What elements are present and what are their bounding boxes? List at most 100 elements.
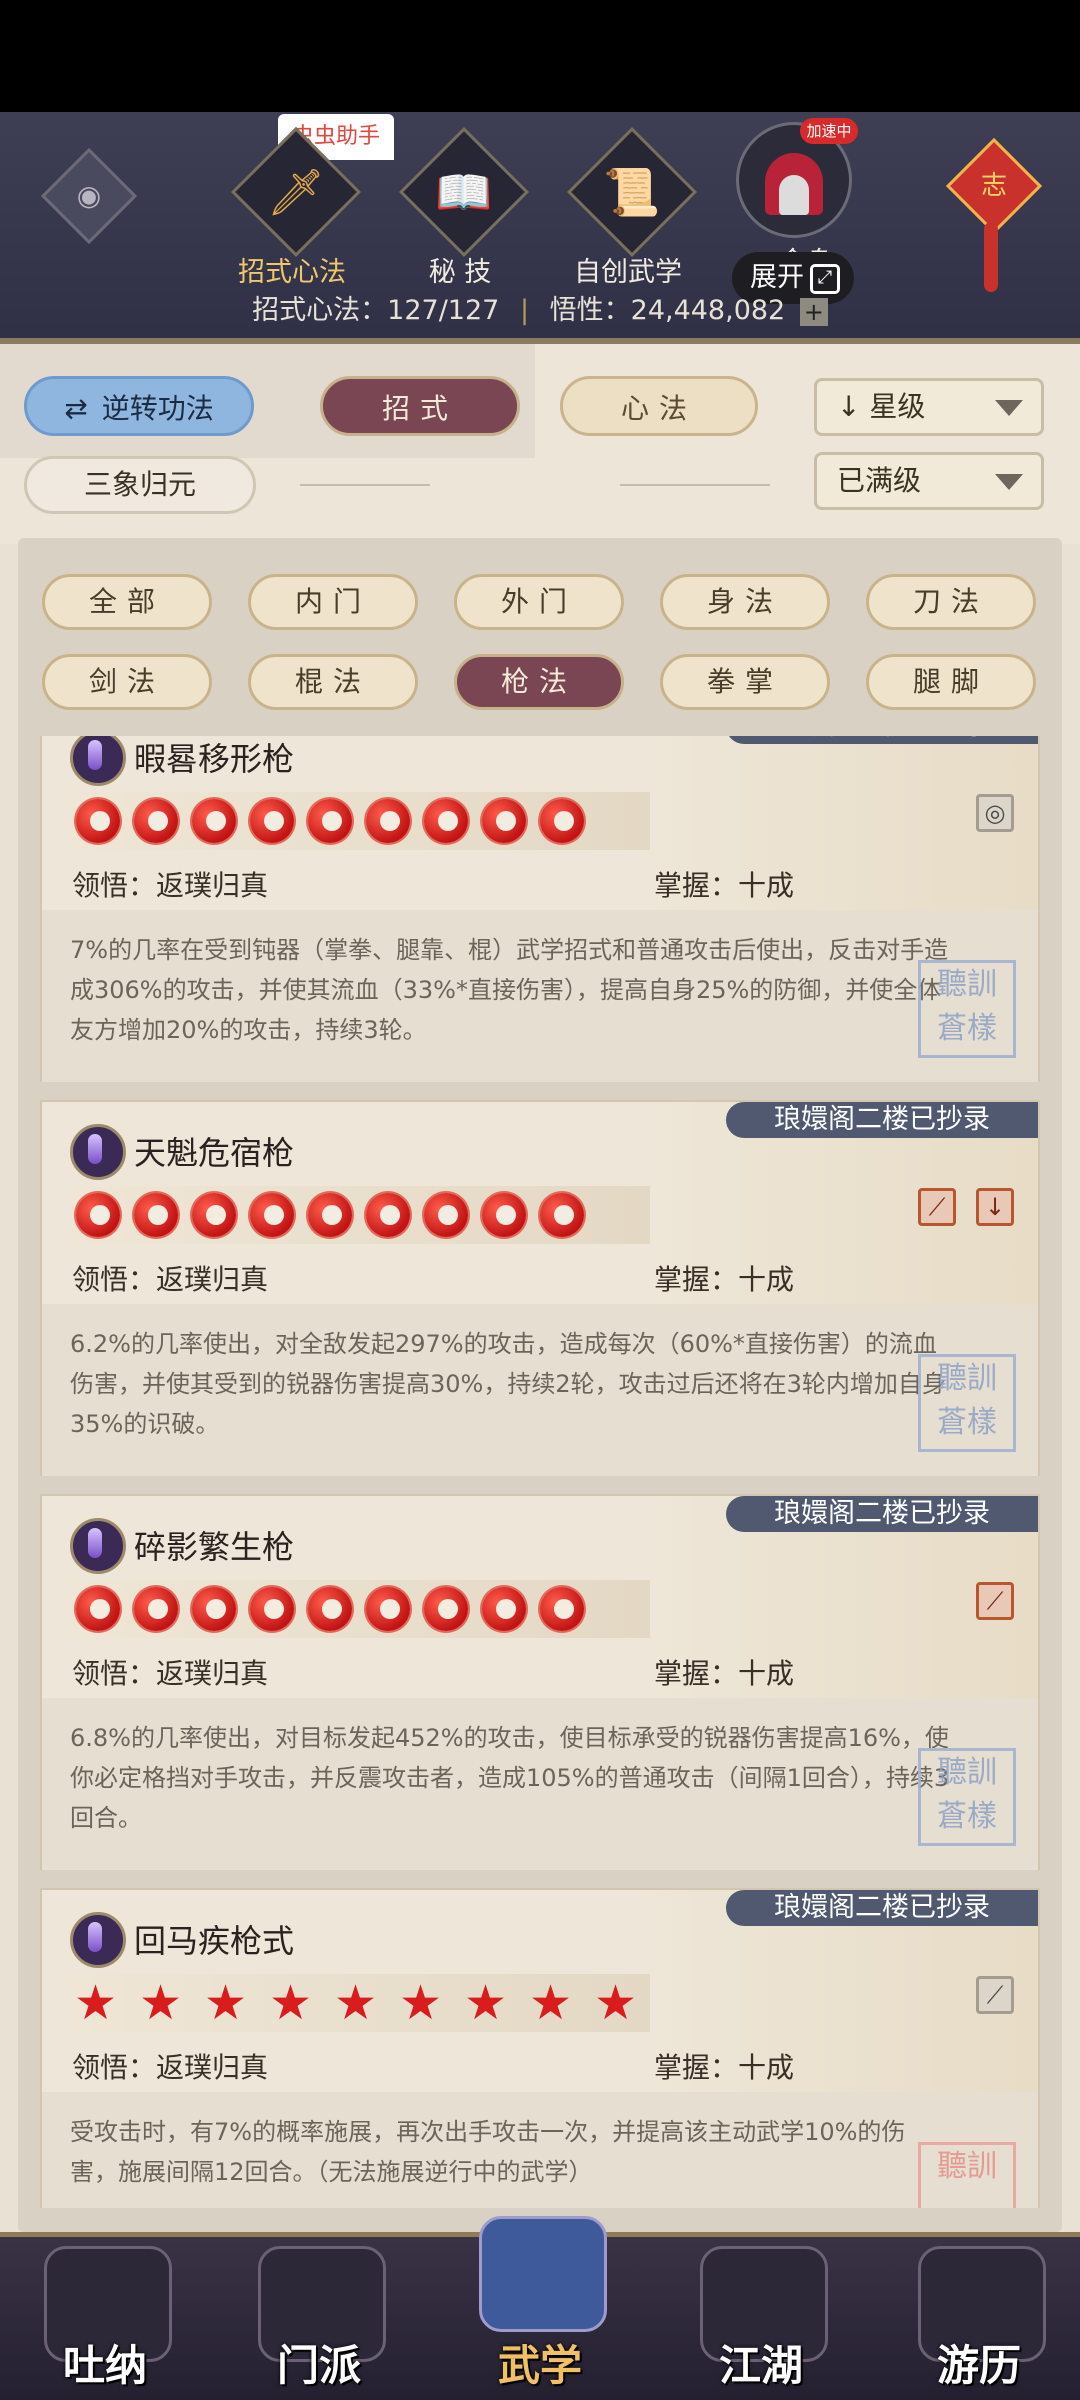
category-staff[interactable]: 棍法 (248, 654, 418, 710)
rating-flame-icon (366, 799, 410, 843)
rating-bar: ★ ★ ★ ★ ★ ★ ★ ★ ★ (70, 1974, 650, 2032)
skill-card[interactable]: 琅嬛阁二楼已抄录 天魁危宿枪 ⟋ ↓ 领悟：返璞归真 掌握：十成 6.2%的几率… (40, 1100, 1040, 1476)
category-movement[interactable]: 身法 (660, 574, 830, 630)
accelerating-badge: 加速中 (800, 118, 858, 144)
rating-bar (70, 1186, 650, 1244)
rating-star-icon: ★ (399, 1975, 443, 2031)
rating-flame-icon (482, 1587, 526, 1631)
rating-flame-icon (308, 799, 352, 843)
rating-flame-icon (192, 799, 236, 843)
tab-heart-method[interactable]: 心法 (560, 376, 758, 436)
knot-icon: 志 (980, 171, 1007, 201)
rating-flame-icon (76, 1587, 120, 1631)
skill-card[interactable]: 琅嬛阁二楼已抄录 碎影繁生枪 ⟋ 领悟：返璞归真 掌握：十成 6.8%的几率使出… (40, 1494, 1040, 1870)
copied-badge: 琅嬛阁二楼已抄录 (726, 1890, 1038, 1926)
rating-flame-icon (134, 1587, 178, 1631)
category-all[interactable]: 全部 (42, 574, 212, 630)
nav-travel[interactable]: 游历 (904, 2240, 1054, 2400)
sort-star-dropdown[interactable]: ↓ 星级 (814, 378, 1044, 436)
comprehension-value: 返璞归真 (156, 2051, 269, 2084)
scroll-book-icon: 📖 (435, 165, 493, 219)
status-bar (0, 0, 1080, 112)
copied-badge: 琅嬛阁二楼已抄录 (726, 1496, 1038, 1532)
nav-sect[interactable]: 门派 (244, 2240, 394, 2400)
spear-skill-icon (70, 1912, 126, 1968)
rating-star-icon: ★ (464, 1975, 508, 2031)
add-insight-button[interactable]: + (799, 297, 828, 326)
tab-secret-skills[interactable]: 📖 秘 技 (380, 124, 530, 288)
tab-self-created[interactable]: 📜 自创武学 (548, 124, 698, 288)
rating-flame-icon (192, 1587, 236, 1631)
rating-flame-icon (540, 1193, 584, 1237)
top-header: ◉ 虫虫助手 🗡 招式心法 📖 秘 技 📜 自创武学 加速中 金身 ⤢ 展开 志… (0, 112, 1080, 344)
rating-star-icon: ★ (269, 1975, 313, 2031)
comprehension-value: 返璞归真 (156, 1657, 269, 1690)
category-blade[interactable]: 刀法 (866, 574, 1036, 630)
rating-flame-icon (424, 799, 468, 843)
skill-card[interactable]: 琅嬛阁二楼已抄录 暇晷移形枪 ◎ 领悟：返璞归真 掌握：十成 7%的几率在受到钝… (40, 736, 1040, 1082)
rolled-scroll-icon: 📜 (603, 165, 661, 219)
skill-description: 受攻击时，有7%的概率施展，再次出手攻击一次，并提高该主动武学10%的伤害，施展… (42, 2092, 1038, 2208)
blunt-weapon-icon: ◎ (976, 794, 1014, 832)
category-spear[interactable]: 枪法 (454, 654, 624, 710)
nav-jianghu[interactable]: 江湖 (686, 2240, 836, 2400)
seal-stamp-icon: 聽訓 蒼樣 (918, 1748, 1016, 1846)
stats-line: 招式心法：127/127 | 悟性：24,448,082 + (0, 288, 1080, 327)
category-inner[interactable]: 内门 (248, 574, 418, 630)
rating-flame-icon (76, 1193, 120, 1237)
rating-flame-icon (366, 1193, 410, 1237)
category-fist[interactable]: 拳掌 (660, 654, 830, 710)
sword-icon: 🗡 (266, 165, 326, 219)
rating-flame-icon (540, 1587, 584, 1631)
eye-icon: ◉ (76, 179, 102, 212)
category-leg[interactable]: 腿脚 (866, 654, 1036, 710)
comprehension-value: 返璞归真 (156, 869, 269, 902)
rating-flame-icon (540, 799, 584, 843)
nav-breathing[interactable]: 吐纳 (30, 2240, 180, 2400)
eye-toggle-button[interactable]: ◉ (40, 147, 138, 245)
mastery-value: 十成 (738, 2051, 795, 2084)
spear-weapon-icon: ↓ (976, 1188, 1014, 1226)
rating-flame-icon (308, 1587, 352, 1631)
tab-skills-heart[interactable]: 🗡 招式心法 (212, 124, 362, 288)
rating-flame-icon (192, 1193, 236, 1237)
chevron-down-icon (995, 474, 1023, 490)
copied-badge: 琅嬛阁二楼已抄录 (726, 1102, 1038, 1138)
nav-martial-arts[interactable]: 武学 (465, 2216, 615, 2400)
bottom-nav: 吐纳 门派 武学 江湖 游历 (0, 2216, 1080, 2400)
max-level-dropdown[interactable]: 已满级 (814, 452, 1044, 510)
rating-bar (70, 792, 650, 850)
sharp-weapon-icon: ⟋ (976, 1582, 1014, 1620)
chevron-down-icon (995, 400, 1023, 416)
rating-flame-icon (134, 799, 178, 843)
category-sword[interactable]: 剑法 (42, 654, 212, 710)
rating-flame-icon (482, 799, 526, 843)
sharp-weapon-icon: ⟋ (976, 1976, 1014, 2014)
skill-description: 6.2%的几率使出，对全敌发起297%的攻击，造成每次（60%*直接伤害）的流血… (42, 1304, 1038, 1476)
spear-skill-icon (70, 1518, 126, 1574)
swap-icon: ⇄ (64, 392, 88, 425)
rating-star-icon: ★ (594, 1975, 638, 2031)
comprehension-value: 返璞归真 (156, 1263, 269, 1296)
rating-star-icon: ★ (204, 1975, 248, 2031)
spear-skill-icon (70, 1124, 126, 1180)
seal-stamp-icon: 聽訓 (918, 2142, 1016, 2208)
rating-flame-icon (250, 1587, 294, 1631)
skill-card[interactable]: 琅嬛阁二楼已抄录 回马疾枪式 ★ ★ ★ ★ ★ ★ ★ ★ ★ ⟋ 领悟：返璞归真 掌握：十成… (40, 1888, 1040, 2208)
skill-name: 天魁危宿枪 (134, 1134, 295, 1172)
chinese-knot-button[interactable]: 志 (945, 137, 1043, 235)
rating-flame-icon (250, 1193, 294, 1237)
category-outer[interactable]: 外门 (454, 574, 624, 630)
mastery-value: 十成 (738, 869, 795, 902)
mastery-value: 十成 (738, 1657, 795, 1690)
seal-stamp-icon: 聽訓 蒼樣 (918, 1354, 1016, 1452)
sanxiang-button[interactable]: 三象归元 (24, 456, 256, 514)
rating-flame-icon (424, 1587, 468, 1631)
tab-moves[interactable]: 招式 (320, 376, 520, 436)
skill-list[interactable]: 琅嬛阁二楼已抄录 暇晷移形枪 ◎ 领悟：返璞归真 掌握：十成 7%的几率在受到钝… (40, 736, 1040, 2208)
skill-name: 暇晷移形枪 (134, 740, 295, 778)
rating-flame-icon (366, 1587, 410, 1631)
mastery-value: 十成 (738, 1263, 795, 1296)
reverse-technique-button[interactable]: ⇄ 逆转功法 (24, 376, 254, 436)
rating-flame-icon (76, 799, 120, 843)
